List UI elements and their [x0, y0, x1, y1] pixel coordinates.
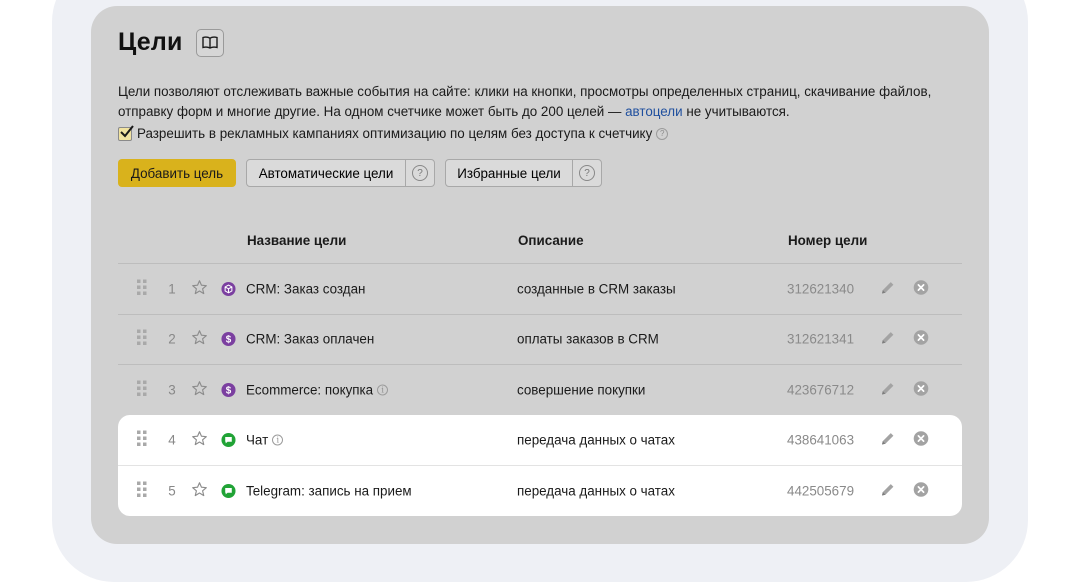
toolbar: Добавить цель Автоматические цели ? Избр…: [118, 159, 602, 187]
optimization-checkbox-row: Разрешить в рекламных кампаниях оптимиза…: [118, 124, 669, 141]
table-row[interactable]: 1 CRM: Заказ создан созданные в CRM заказы…: [118, 263, 962, 314]
autogoals-link[interactable]: автоцели: [625, 104, 683, 119]
star-icon[interactable]: [191, 279, 208, 299]
goal-name[interactable]: Telegram: запись на прием: [246, 483, 412, 498]
favorite-goals-button[interactable]: Избранные цели: [446, 160, 572, 186]
goals-table: 1 CRM: Заказ создан созданные в CRM заказы…: [118, 263, 962, 516]
pencil-icon[interactable]: [880, 430, 896, 449]
column-header-name: Название цели: [247, 233, 347, 248]
goal-name[interactable]: Чат: [246, 432, 268, 447]
star-icon[interactable]: [191, 329, 208, 349]
goal-name-cell: Чат i: [246, 432, 284, 447]
chat-icon: [221, 483, 236, 498]
help-icon: ?: [579, 165, 595, 181]
goal-id: 312621340: [787, 281, 855, 297]
info-icon[interactable]: i: [377, 384, 389, 396]
remove-icon[interactable]: [913, 330, 929, 349]
page-title: Цели: [118, 28, 183, 56]
star-icon[interactable]: [191, 380, 208, 400]
goal-id: 442505679: [787, 483, 855, 499]
table-row[interactable]: 4 Чат i передача данных о чатах 438641063: [118, 414, 962, 465]
row-number: 4: [168, 432, 176, 448]
table-header: Название цели Описание Номер цели: [0, 233, 1080, 249]
star-icon[interactable]: [191, 430, 208, 450]
goal-description: созданные в CRM заказы: [517, 281, 676, 297]
optimization-checkbox[interactable]: [118, 124, 134, 141]
drag-handle-icon[interactable]: [136, 480, 148, 501]
drag-handle-icon[interactable]: [136, 329, 148, 350]
favorite-goals-help-button[interactable]: ?: [573, 160, 601, 186]
table-row[interactable]: 5 Telegram: запись на прием передача данны…: [118, 465, 962, 516]
remove-icon[interactable]: [913, 380, 929, 399]
goal-name-cell: CRM: Заказ создан: [246, 281, 365, 296]
chat-icon: [221, 432, 236, 447]
auto-goals-group: Автоматические цели ?: [246, 159, 435, 187]
description-text: Цели позволяют отслеживать важные событи…: [118, 84, 932, 119]
goal-name-cell: Ecommerce: покупка i: [246, 382, 389, 397]
dollar-icon: $: [221, 382, 236, 397]
cube-icon: [221, 281, 236, 296]
svg-text:$: $: [226, 335, 232, 346]
column-header-description: Описание: [518, 233, 584, 248]
auto-goals-help-button[interactable]: ?: [406, 160, 434, 186]
pencil-icon[interactable]: [880, 380, 896, 399]
help-icon[interactable]: ?: [656, 127, 669, 140]
svg-text:$: $: [226, 385, 232, 396]
goal-name[interactable]: CRM: Заказ создан: [246, 281, 365, 296]
goal-id: 423676712: [787, 382, 855, 398]
pencil-icon[interactable]: [880, 481, 896, 500]
title-row: Цели: [118, 28, 224, 57]
row-number: 2: [168, 331, 176, 347]
goal-name-cell: Telegram: запись на прием: [246, 483, 412, 498]
goal-name[interactable]: CRM: Заказ оплачен: [246, 332, 374, 347]
add-goal-button[interactable]: Добавить цель: [118, 159, 236, 187]
row-number: 3: [168, 382, 176, 398]
pencil-icon[interactable]: [880, 330, 896, 349]
favorite-goals-group: Избранные цели ?: [445, 159, 602, 187]
remove-icon[interactable]: [913, 481, 929, 500]
goal-id: 312621341: [787, 331, 855, 347]
remove-icon[interactable]: [913, 430, 929, 449]
info-icon[interactable]: i: [272, 434, 284, 446]
row-number: 5: [168, 483, 176, 499]
auto-goals-button[interactable]: Автоматические цели: [247, 160, 405, 186]
goal-description: совершение покупки: [517, 382, 646, 398]
table-row[interactable]: 2 $ CRM: Заказ оплачен оплаты заказов в CRM…: [118, 313, 962, 365]
dollar-icon: $: [221, 332, 236, 347]
star-icon[interactable]: [191, 481, 208, 501]
remove-icon[interactable]: [913, 279, 929, 298]
goal-name[interactable]: Ecommerce: покупка: [246, 382, 373, 397]
goal-id: 438641063: [787, 432, 855, 448]
goals-description: Цели позволяют отслеживать важные событи…: [118, 82, 938, 121]
drag-handle-icon[interactable]: [136, 429, 148, 450]
optimization-checkbox-label[interactable]: Разрешить в рекламных кампаниях оптимиза…: [137, 126, 652, 141]
description-suffix: не учитываются.: [682, 103, 790, 119]
book-icon[interactable]: [195, 28, 224, 57]
goal-description: оплаты заказов в CRM: [517, 331, 659, 347]
drag-handle-icon[interactable]: [136, 278, 148, 299]
goal-description: передача данных о чатах: [517, 483, 675, 499]
table-row[interactable]: 3 $ Ecommerce: покупка i совершение покупки 4…: [118, 364, 962, 415]
help-icon: ?: [412, 165, 428, 181]
goal-description: передача данных о чатах: [517, 432, 675, 448]
pencil-icon[interactable]: [880, 279, 896, 298]
drag-handle-icon[interactable]: [136, 379, 148, 400]
goal-name-cell: CRM: Заказ оплачен: [246, 332, 374, 347]
row-number: 1: [168, 281, 176, 297]
column-header-id: Номер цели: [788, 233, 868, 248]
